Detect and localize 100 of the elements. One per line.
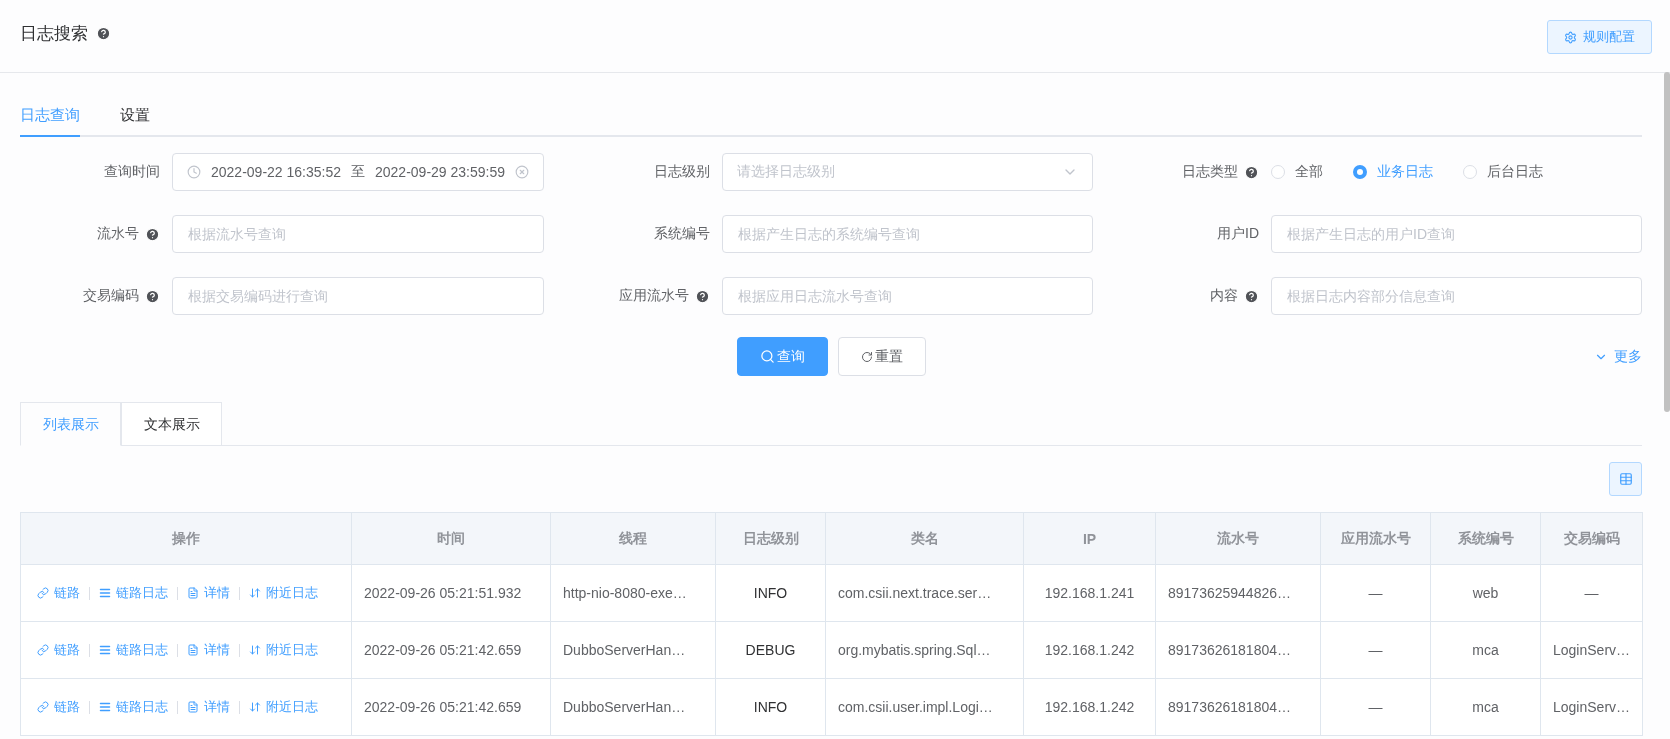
more-link[interactable]: 更多 [1594, 347, 1642, 366]
table-cell: DubboServerHan… [550, 678, 716, 736]
table-cell: 192.168.1.242 [1023, 678, 1156, 736]
row-action-link[interactable]: 详情 [187, 641, 230, 659]
table-cell: — [1320, 678, 1431, 736]
field-label: 用户ID [1217, 225, 1259, 243]
clock-icon [187, 165, 201, 179]
search-button[interactable]: 查询 [736, 337, 828, 376]
table-icon [1618, 472, 1633, 486]
table-cell: 89173626181804… [1155, 678, 1321, 736]
row-action-link[interactable]: 附近日志 [249, 641, 318, 659]
select-field[interactable]: 请选择日志级别 [722, 153, 1093, 191]
table-cell: — [1320, 564, 1431, 622]
column-header: 交易编码 [1540, 512, 1643, 565]
field-label: 应用流水号 [619, 287, 689, 305]
table-cell: com.csii.next.trace.ser… [825, 564, 1024, 622]
link-icon [37, 587, 49, 599]
range-separator: 至 [351, 163, 365, 181]
rule-config-button[interactable]: 规则配置 [1547, 20, 1652, 54]
table-cell: http-nio-8080-exe… [550, 564, 716, 622]
table-cell: LoginServ… [1540, 621, 1643, 679]
row-action-link[interactable]: 详情 [187, 584, 230, 602]
start-date: 2022-09-22 16:35:52 [211, 164, 341, 180]
document-icon [187, 701, 199, 713]
table-cell: 89173625944826… [1155, 564, 1321, 622]
table-cell: 192.168.1.242 [1023, 621, 1156, 679]
column-header: 系统编号 [1430, 512, 1541, 565]
row-action-link[interactable]: 链路 [37, 698, 80, 716]
scrollbar[interactable] [1664, 72, 1670, 412]
help-icon[interactable] [145, 226, 160, 242]
input-field[interactable]: 根据日志内容部分信息查询 [1271, 277, 1642, 315]
input-field[interactable]: 根据流水号查询 [172, 215, 544, 253]
document-icon [187, 587, 199, 599]
help-icon[interactable] [145, 288, 160, 304]
view-tab[interactable]: 列表展示 [20, 402, 121, 446]
field-label: 系统编号 [654, 225, 710, 243]
input-field[interactable]: 根据产生日志的用户ID查询 [1271, 215, 1642, 253]
row-action-link[interactable]: 链路日志 [99, 698, 168, 716]
radio-dot[interactable] [1353, 165, 1367, 179]
field-label: 流水号 [97, 225, 139, 243]
sort-icon [249, 644, 261, 656]
link-icon [37, 701, 49, 713]
table-cell: 89173626181804… [1155, 621, 1321, 679]
row-action-link[interactable]: 链路 [37, 584, 80, 602]
help-icon[interactable] [1244, 288, 1259, 304]
sort-icon [249, 587, 261, 599]
input-field[interactable]: 根据交易编码进行查询 [172, 277, 544, 315]
list-icon [99, 701, 111, 713]
field-label: 内容 [1210, 287, 1238, 305]
input-field[interactable]: 根据应用日志流水号查询 [722, 277, 1093, 315]
column-header: 应用流水号 [1320, 512, 1431, 565]
table-cell: web [1430, 564, 1541, 622]
sort-icon [249, 701, 261, 713]
row-action-link[interactable]: 详情 [187, 698, 230, 716]
table-cell: mca [1430, 678, 1541, 736]
tab[interactable]: 日志查询 [20, 99, 80, 137]
column-header: 日志级别 [715, 512, 826, 565]
row-action-link[interactable]: 链路日志 [99, 584, 168, 602]
date-range-field[interactable]: 2022-09-22 16:35:52 至 2022-09-29 23:59:59 [172, 153, 544, 191]
column-header: 时间 [351, 512, 551, 565]
table-cell: 2022-09-26 05:21:42.659 [351, 678, 551, 736]
list-icon [99, 587, 111, 599]
table-cell: 2022-09-26 05:21:51.932 [351, 564, 551, 622]
table-cell: INFO [715, 678, 826, 736]
column-header: IP [1023, 512, 1156, 565]
table-cell: — [1320, 621, 1431, 679]
row-action-link[interactable]: 附近日志 [249, 698, 318, 716]
table-cell: DEBUG [715, 621, 826, 679]
column-header: 线程 [550, 512, 716, 565]
reset-button[interactable]: 重置 [837, 337, 926, 376]
settings-icon [1564, 30, 1577, 44]
row-action-link[interactable]: 链路日志 [99, 641, 168, 659]
row-action-link[interactable]: 链路 [37, 641, 80, 659]
end-date: 2022-09-29 23:59:59 [375, 164, 505, 180]
field-label: 交易编码 [83, 287, 139, 305]
help-icon[interactable] [96, 26, 111, 41]
tab[interactable]: 设置 [120, 99, 150, 137]
table-cell: LoginServ… [1540, 678, 1643, 736]
column-header: 操作 [20, 512, 352, 565]
table-cell: 192.168.1.241 [1023, 564, 1156, 622]
radio-option[interactable]: 全部 [1271, 163, 1323, 181]
help-icon[interactable] [1244, 164, 1259, 180]
radio-option[interactable]: 后台日志 [1463, 163, 1543, 181]
column-header: 流水号 [1155, 512, 1321, 565]
radio-option[interactable]: 业务日志 [1353, 163, 1433, 181]
field-label: 查询时间 [104, 163, 160, 181]
field-label: 日志类型 [1182, 163, 1238, 181]
link-icon [37, 644, 49, 656]
search-icon [759, 349, 775, 364]
row-action-link[interactable]: 附近日志 [249, 584, 318, 602]
input-field[interactable]: 根据产生日志的系统编号查询 [722, 215, 1093, 253]
view-tab[interactable]: 文本展示 [121, 402, 222, 446]
page-title: 日志搜索 [20, 23, 88, 45]
refresh-icon [860, 350, 873, 363]
help-icon[interactable] [695, 288, 710, 304]
column-header: 类名 [825, 512, 1024, 565]
field-label: 日志级别 [654, 163, 710, 181]
document-icon [187, 644, 199, 656]
table-cell: org.mybatis.spring.Sql… [825, 621, 1024, 679]
list-icon [99, 644, 111, 656]
